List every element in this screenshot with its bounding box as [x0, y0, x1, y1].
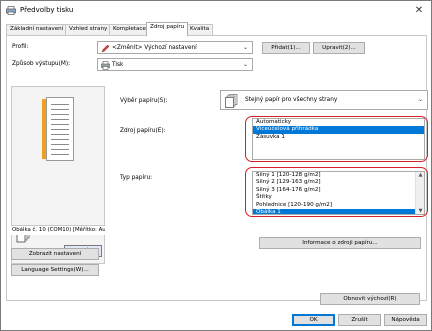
output-method-label: Způsob výstupu(M):: [12, 61, 71, 67]
paper-source-info-button[interactable]: Informace o zdroji papíru...: [259, 237, 421, 249]
ok-button[interactable]: OK: [292, 314, 335, 326]
profile-dropdown[interactable]: <Změnit> Výchozí nastavení ⌄: [97, 41, 253, 54]
cancel-button[interactable]: Zrušit: [338, 314, 381, 326]
tab-finishing[interactable]: Kompletace: [109, 24, 150, 35]
scroll-up-icon[interactable]: ▲: [416, 172, 424, 178]
dialog-button-bar: OK Zrušit Nápověda: [1, 304, 431, 330]
add-profile-button[interactable]: Přidat(1)...: [262, 42, 310, 54]
printer-icon: [6, 6, 16, 15]
preview-caption: Obálka č. 10 (COM10) [Měřítko: Auto]: [11, 225, 105, 235]
paper-stack-icon: [225, 94, 238, 108]
print-preferences-window: Předvolby tisku ✕ Základní nastavení Vzh…: [0, 0, 432, 331]
list-item-selected[interactable]: Víceúčelová přihrádka: [253, 126, 424, 134]
edit-profile-button[interactable]: Upravit(2)...: [313, 42, 365, 54]
tab-paper-source[interactable]: Zdroj papíru: [146, 22, 189, 36]
paper-selection-dropdown[interactable]: Stejný papír pro všechny strany ⌄: [220, 90, 428, 110]
window-title: Předvolby tisku: [20, 6, 74, 14]
output-method-dropdown[interactable]: Tisk ⌄: [97, 58, 253, 71]
chevron-down-icon: ⌄: [242, 61, 248, 68]
tab-page-setup[interactable]: Vzhled strany: [65, 24, 112, 35]
paper-source-panel: Profil: <Změnit> Výchozí nastavení ⌄ Při…: [6, 35, 428, 305]
printer-icon: [101, 61, 110, 70]
list-item[interactable]: Zásuvka 1: [253, 134, 424, 141]
paper-source-label: Zdroj papíru(E):: [120, 128, 166, 134]
profile-value: <Změnit> Výchozí nastavení: [112, 45, 197, 51]
close-icon[interactable]: ✕: [412, 4, 426, 17]
paper-selection-value: Stejný papír pro všechny strany: [245, 97, 338, 103]
list-item[interactable]: Štítky: [253, 194, 424, 201]
paper-selection-label: Výběr papíru(S):: [120, 98, 168, 104]
list-item[interactable]: Pohlednice [120-190 g/m2]: [253, 202, 424, 209]
show-settings-button[interactable]: Zobrazit nastavení: [11, 248, 99, 260]
paper-type-label: Typ papíru:: [120, 175, 153, 181]
chevron-down-icon: ⌄: [242, 44, 248, 51]
scroll-down-icon[interactable]: ▼: [416, 208, 424, 214]
list-item-selected[interactable]: Obálka 1: [253, 208, 424, 214]
paper-type-list[interactable]: Silný 1 [120-128 g/m2] Silný 2 [129-163 …: [252, 171, 425, 215]
page-preview: ▦ / ▤ ▣ ▮/▯: [11, 86, 105, 264]
title-bar: Předvolby tisku ✕: [1, 1, 431, 20]
profile-label: Profil:: [12, 44, 29, 50]
pencil-icon: [101, 44, 110, 53]
chevron-down-icon: ⌄: [417, 96, 423, 103]
list-item[interactable]: Silný 3 [164-176 g/m2]: [253, 187, 424, 194]
tab-quality[interactable]: Kvalita: [186, 24, 214, 35]
preview-page: [46, 97, 74, 161]
help-button[interactable]: Nápověda: [384, 314, 427, 326]
language-settings-button[interactable]: Language Settings(W)...: [11, 264, 99, 276]
list-item[interactable]: Silný 2 [129-163 g/m2]: [253, 179, 424, 186]
paper-source-list[interactable]: Automaticky Víceúčelová přihrádka Zásuvk…: [252, 118, 425, 160]
paper-type-scrollbar[interactable]: ▲ ▼: [415, 172, 424, 214]
output-method-value: Tisk: [112, 62, 124, 68]
tab-basic-settings[interactable]: Základní nastavení: [6, 24, 68, 35]
